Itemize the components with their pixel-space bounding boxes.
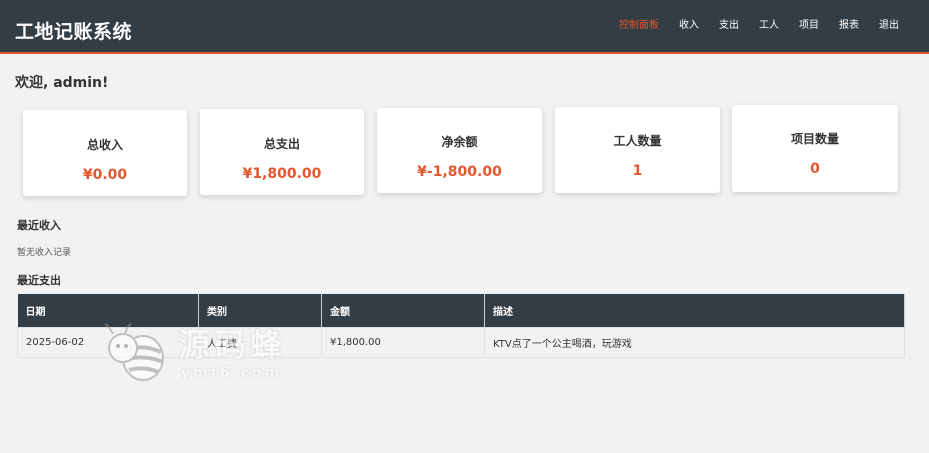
stat-value: 1: [632, 163, 643, 179]
nav-dashboard[interactable]: 控制面板: [619, 16, 659, 31]
column-header-date: 日期: [17, 294, 199, 327]
nav-expense[interactable]: 支出: [719, 16, 739, 31]
watermark-subtext: ymf6.com: [181, 365, 283, 381]
top-navbar: 工地记账系统 控制面板 收入 支出 工人 项目 报表 退出: [0, 0, 929, 54]
stat-value: ¥1,800.00: [242, 166, 322, 182]
nav-income[interactable]: 收入: [679, 16, 699, 31]
cell-category: 人工费: [198, 326, 322, 358]
nav-reports[interactable]: 报表: [839, 16, 859, 31]
app-title: 工地记账系统: [15, 21, 133, 43]
cell-amount: ¥1,800.00: [321, 326, 485, 358]
nav-logout[interactable]: 退出: [879, 16, 899, 31]
nav-projects[interactable]: 项目: [799, 16, 819, 31]
stat-title: 净余额: [441, 135, 478, 149]
stat-value: ¥-1,800.00: [417, 164, 502, 180]
recent-expense-title: 最近支出: [17, 274, 61, 287]
stat-title: 项目数量: [790, 132, 839, 146]
main-nav: 控制面板 收入 支出 工人 项目 报表 退出: [599, 16, 899, 31]
recent-expense-table: 日期 类别 金额 描述 2025-06-02 人工费 ¥1,800.00 KTV…: [17, 294, 905, 358]
stat-card-total-income: 总收入 ¥0.00: [23, 110, 187, 196]
stat-title: 工人数量: [613, 134, 662, 148]
column-header-amount: 金额: [321, 294, 485, 327]
column-header-description: 描述: [484, 294, 905, 327]
empty-income-note: 暂无收入记录: [17, 248, 72, 258]
column-header-category: 类别: [198, 294, 322, 327]
welcome-message: 欢迎, admin!: [15, 75, 109, 91]
table-header-row: 日期 类别 金额 描述: [17, 294, 905, 327]
stat-title: 总支出: [263, 137, 300, 151]
cell-description: KTV点了一个公主喝酒，玩游戏: [484, 326, 905, 358]
stat-card-project-count: 项目数量 0: [732, 105, 898, 192]
stat-card-worker-count: 工人数量 1: [555, 107, 720, 193]
cell-date: 2025-06-02: [17, 326, 199, 358]
stat-value: 0: [810, 161, 820, 177]
stat-value: ¥0.00: [82, 167, 128, 183]
stat-card-net-balance: 净余额 ¥-1,800.00: [377, 108, 542, 193]
recent-income-title: 最近收入: [17, 219, 61, 232]
stat-title: 总收入: [86, 138, 123, 152]
nav-workers[interactable]: 工人: [759, 16, 779, 31]
stat-card-total-expense: 总支出 ¥1,800.00: [200, 109, 364, 195]
table-row: 2025-06-02 人工费 ¥1,800.00 KTV点了一个公主喝酒，玩游戏: [17, 326, 905, 358]
